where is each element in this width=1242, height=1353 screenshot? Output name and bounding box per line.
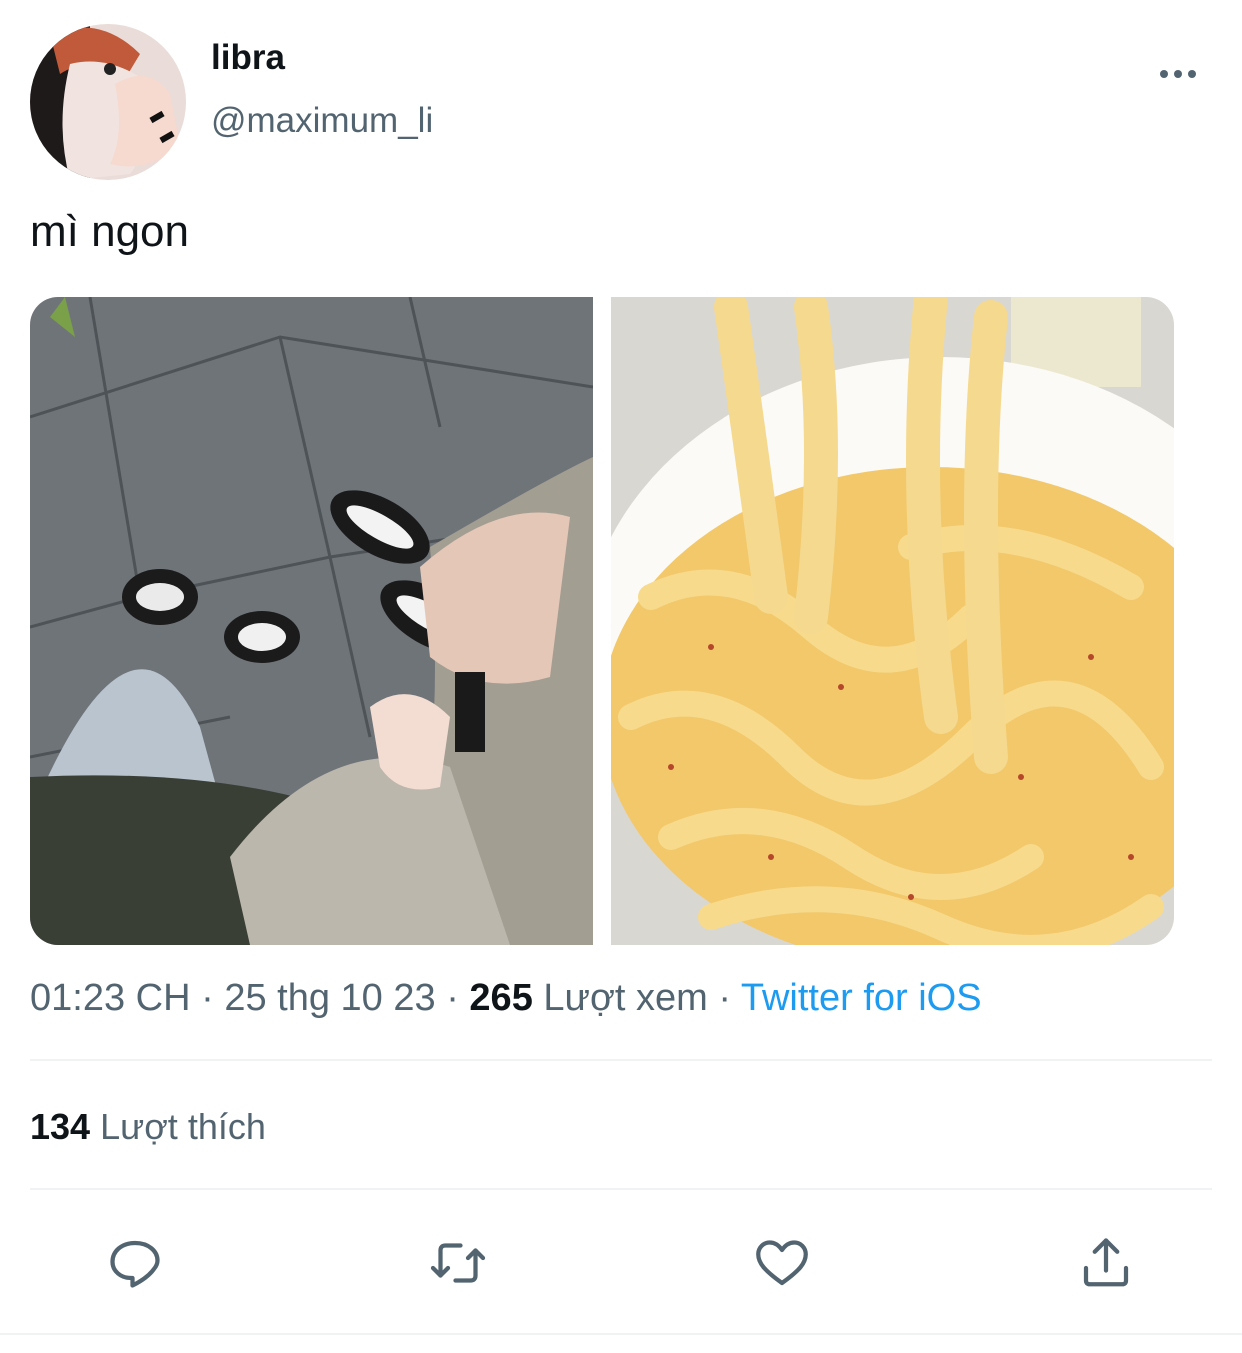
likes-label: Lượt thích xyxy=(90,1106,266,1147)
tweet-time: 01:23 CH xyxy=(30,977,191,1019)
meta-separator: · xyxy=(190,977,225,1019)
divider xyxy=(30,1188,1212,1190)
tweet-text: mì ngon xyxy=(30,207,189,256)
display-name[interactable]: libra xyxy=(211,38,285,78)
heart-icon[interactable] xyxy=(752,1233,812,1293)
tweet-source-link[interactable]: Twitter for iOS xyxy=(741,977,982,1019)
more-horizontal-icon[interactable] xyxy=(1158,64,1198,84)
divider xyxy=(0,1333,1242,1335)
avatar[interactable] xyxy=(30,24,186,180)
meta-separator: · xyxy=(707,977,741,1019)
views-label: Lượt xem xyxy=(532,977,708,1019)
retweet-icon[interactable] xyxy=(428,1233,488,1293)
reply-icon[interactable] xyxy=(105,1233,165,1293)
divider xyxy=(30,1059,1212,1061)
likes-count: 134 xyxy=(30,1106,91,1147)
media-grid xyxy=(30,297,1174,945)
tweet-date: 25 thg 10 23 xyxy=(224,977,436,1019)
photo-sneakers[interactable] xyxy=(30,297,594,945)
meta-separator: · xyxy=(435,977,470,1019)
likes-stat[interactable]: 134 Lượt thích xyxy=(30,1106,266,1148)
tweet-meta: 01:23 CH · 25 thg 10 23 · 265 Lượt xem ·… xyxy=(30,977,982,1020)
handle[interactable]: @maximum_li xyxy=(211,101,433,141)
photo-noodles[interactable] xyxy=(581,297,1174,945)
views-count: 265 xyxy=(469,977,533,1019)
avatar-image xyxy=(30,24,186,180)
share-icon[interactable] xyxy=(1076,1233,1136,1293)
